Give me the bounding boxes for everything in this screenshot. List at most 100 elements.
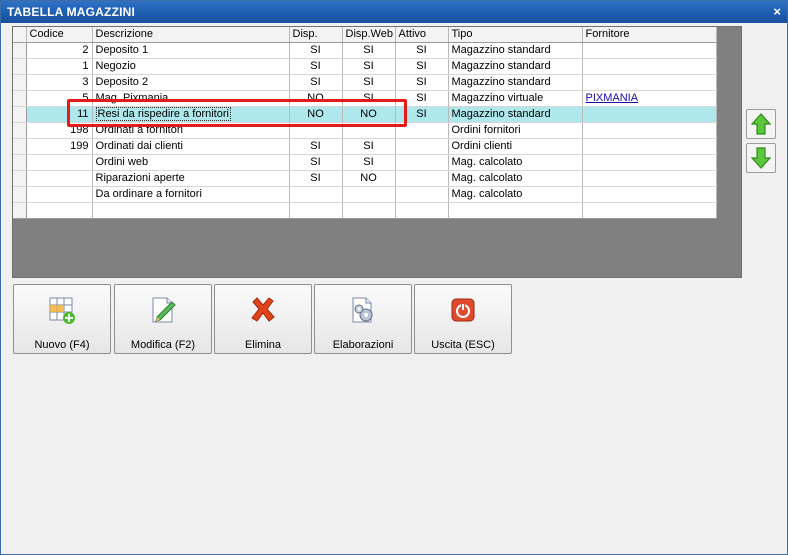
table-row[interactable]: Da ordinare a fornitori Mag. calcolato	[13, 186, 717, 203]
row-selector[interactable]	[13, 186, 27, 203]
attivo-cell[interactable]	[395, 202, 449, 219]
attivo-cell[interactable]	[395, 138, 449, 155]
tipo-cell[interactable]: Magazzino standard	[448, 58, 583, 75]
row-selector[interactable]	[13, 138, 27, 155]
table-row[interactable]: Ordini web SI SI Mag. calcolato	[13, 154, 717, 171]
disp-web-cell[interactable]: SI	[342, 74, 396, 91]
disp-web-cell[interactable]: SI	[342, 42, 396, 59]
attivo-cell[interactable]: SI	[395, 42, 449, 59]
fornitore-cell[interactable]: PIXMANIA	[582, 90, 717, 107]
disp-web-cell[interactable]: SI	[342, 138, 396, 155]
descrizione-cell[interactable]: Da ordinare a fornitori	[92, 186, 290, 203]
attivo-cell[interactable]: SI	[395, 90, 449, 107]
tipo-cell[interactable]: Magazzino standard	[448, 42, 583, 59]
disp-web-cell[interactable]	[342, 122, 396, 139]
fornitore-cell[interactable]	[582, 154, 717, 171]
column-header-disp[interactable]: Disp.	[289, 27, 343, 43]
tipo-cell[interactable]	[448, 202, 583, 219]
column-header-descrizione[interactable]: Descrizione	[92, 27, 290, 43]
table-row[interactable]: Riparazioni aperte SI NO Mag. calcolato	[13, 170, 717, 187]
row-selector[interactable]	[13, 122, 27, 139]
descrizione-cell[interactable]: Ordinati dai clienti	[92, 138, 290, 155]
descrizione-cell[interactable]: Deposito 1	[92, 42, 290, 59]
disp-web-cell[interactable]: SI	[342, 90, 396, 107]
fornitore-cell[interactable]	[582, 42, 717, 59]
attivo-cell[interactable]	[395, 122, 449, 139]
codice-cell[interactable]: 3	[26, 74, 93, 91]
descrizione-cell[interactable]: Mag. Pixmania	[92, 90, 290, 107]
row-selector[interactable]	[13, 106, 27, 123]
descrizione-cell[interactable]	[92, 202, 290, 219]
column-header-disp-web[interactable]: Disp.Web	[342, 27, 396, 43]
close-icon[interactable]: ×	[773, 4, 781, 19]
disp-web-cell[interactable]: NO	[342, 170, 396, 187]
tipo-cell[interactable]: Mag. calcolato	[448, 154, 583, 171]
codice-cell[interactable]: 11	[26, 106, 93, 123]
nuovo-button[interactable]: Nuovo (F4)	[13, 284, 111, 354]
row-selector[interactable]	[13, 74, 27, 91]
column-header-codice[interactable]: Codice	[26, 27, 93, 43]
codice-cell[interactable]: 199	[26, 138, 93, 155]
disp-web-cell[interactable]	[342, 202, 396, 219]
disp-cell[interactable]: SI	[289, 138, 343, 155]
row-selector[interactable]	[13, 42, 27, 59]
descrizione-cell[interactable]: Deposito 2	[92, 74, 290, 91]
table-row[interactable]: 198 Ordinati a fornitori Ordini fornitori	[13, 122, 717, 139]
descrizione-cell[interactable]: Ordini web	[92, 154, 290, 171]
fornitore-cell[interactable]	[582, 138, 717, 155]
fornitore-cell[interactable]	[582, 170, 717, 187]
table-row[interactable]: 3 Deposito 2 SI SI SI Magazzino standard	[13, 74, 717, 91]
tipo-cell[interactable]: Magazzino standard	[448, 106, 583, 123]
disp-cell[interactable]: SI	[289, 58, 343, 75]
fornitore-cell[interactable]	[582, 122, 717, 139]
tipo-cell[interactable]: Ordini fornitori	[448, 122, 583, 139]
elaborazioni-button[interactable]: Elaborazioni	[314, 284, 412, 354]
attivo-cell[interactable]: SI	[395, 106, 449, 123]
tipo-cell[interactable]: Magazzino standard	[448, 74, 583, 91]
fornitore-cell[interactable]	[582, 106, 717, 123]
codice-cell[interactable]: 5	[26, 90, 93, 107]
disp-cell[interactable]: NO	[289, 106, 343, 123]
tipo-cell[interactable]: Mag. calcolato	[448, 170, 583, 187]
table-row[interactable]: 2 Deposito 1 SI SI SI Magazzino standard	[13, 42, 717, 59]
attivo-cell[interactable]	[395, 154, 449, 171]
disp-web-cell[interactable]: SI	[342, 154, 396, 171]
descrizione-cell[interactable]: Ordinati a fornitori	[92, 122, 290, 139]
column-header-attivo[interactable]: Attivo	[395, 27, 449, 43]
table-row[interactable]: 199 Ordinati dai clienti SI SI Ordini client…	[13, 138, 717, 155]
row-selector[interactable]	[13, 154, 27, 171]
row-selector[interactable]	[13, 202, 27, 219]
row-selector[interactable]	[13, 90, 27, 107]
codice-cell[interactable]	[26, 202, 93, 219]
codice-cell[interactable]	[26, 186, 93, 203]
tipo-cell[interactable]: Mag. calcolato	[448, 186, 583, 203]
move-up-button[interactable]	[746, 109, 776, 139]
codice-cell[interactable]: 2	[26, 42, 93, 59]
table-row[interactable]: 5 Mag. Pixmania NO SI SI Magazzino virtuale PI…	[13, 90, 717, 107]
row-selector[interactable]	[13, 58, 27, 75]
row-selector[interactable]	[13, 170, 27, 187]
supplier-link[interactable]: PIXMANIA	[586, 92, 639, 104]
disp-cell[interactable]: SI	[289, 154, 343, 171]
fornitore-cell[interactable]	[582, 58, 717, 75]
attivo-cell[interactable]	[395, 186, 449, 203]
uscita-button[interactable]: Uscita (ESC)	[414, 284, 512, 354]
disp-web-cell[interactable]: NO	[342, 106, 396, 123]
codice-cell[interactable]	[26, 170, 93, 187]
descrizione-cell[interactable]: Riparazioni aperte	[92, 170, 290, 187]
column-header-fornitore[interactable]: Fornitore	[582, 27, 717, 43]
fornitore-cell[interactable]	[582, 74, 717, 91]
attivo-cell[interactable]	[395, 170, 449, 187]
disp-cell[interactable]	[289, 186, 343, 203]
fornitore-cell[interactable]	[582, 186, 717, 203]
codice-cell[interactable]: 198	[26, 122, 93, 139]
column-header-tipo[interactable]: Tipo	[448, 27, 583, 43]
tipo-cell[interactable]: Ordini clienti	[448, 138, 583, 155]
descrizione-cell[interactable]: Negozio	[92, 58, 290, 75]
disp-cell[interactable]: SI	[289, 74, 343, 91]
disp-cell[interactable]	[289, 202, 343, 219]
disp-cell[interactable]	[289, 122, 343, 139]
elimina-button[interactable]: Elimina	[214, 284, 312, 354]
table-row[interactable]: 1 Negozio SI SI SI Magazzino standard	[13, 58, 717, 75]
attivo-cell[interactable]: SI	[395, 74, 449, 91]
